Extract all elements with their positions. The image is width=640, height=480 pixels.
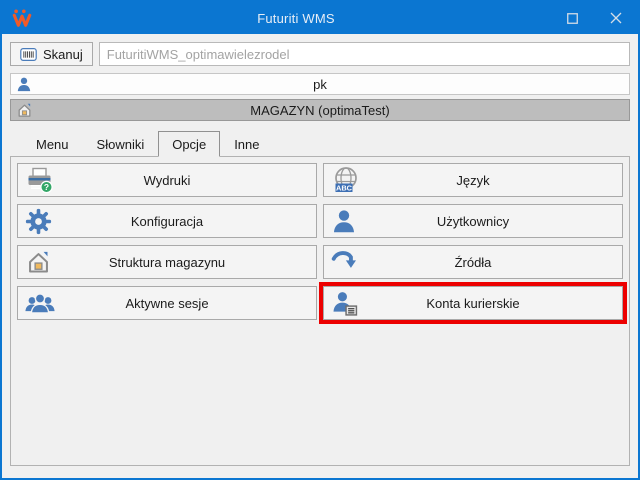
grid-button-uzytkownicy[interactable]: Użytkownicy [323, 204, 623, 238]
warehouse-bar[interactable]: MAGAZYN (optimaTest) [10, 99, 630, 121]
grid-button-label: Źródła [324, 255, 622, 270]
printer-icon: ? [25, 167, 55, 194]
maximize-button[interactable] [550, 2, 594, 34]
globe-abc-icon: ABC [331, 166, 361, 194]
grid-button-label: Struktura magazynu [18, 255, 316, 270]
close-button[interactable] [594, 2, 638, 34]
user-icon [331, 208, 357, 235]
user-bar[interactable]: pk [10, 73, 630, 95]
grid-button-label: Użytkownicy [324, 214, 622, 229]
gear-icon [25, 208, 52, 235]
scan-button[interactable]: Skanuj [10, 42, 93, 66]
grid-button-wydruki[interactable]: ? Wydruki [17, 163, 317, 197]
app-logo-icon [2, 8, 42, 28]
grid-button-label: Wydruki [18, 173, 316, 188]
grid-button-struktura-magazynu[interactable]: Struktura magazynu [17, 245, 317, 279]
grid-button-zrodla[interactable]: Źródła [323, 245, 623, 279]
grid-button-konta-kurierskie[interactable]: Konta kurierskie [323, 286, 623, 320]
barcode-icon [20, 48, 37, 61]
app-window: Futuriti WMS Skanuj [0, 0, 640, 480]
grid-button-label: Aktywne sesje [18, 296, 316, 311]
grid-button-label: Konfiguracja [18, 214, 316, 229]
home-icon [25, 249, 52, 276]
scan-toolbar: Skanuj [10, 42, 630, 66]
grid-button-jezyk[interactable]: ABC Język [323, 163, 623, 197]
scan-input[interactable] [99, 42, 630, 66]
users-icon [25, 290, 55, 317]
title-bar: Futuriti WMS [2, 2, 638, 34]
warehouse-bar-label: MAGAZYN (optimaTest) [11, 103, 629, 118]
svg-text:ABC: ABC [336, 183, 353, 192]
user-list-icon [331, 290, 358, 317]
tab-inne[interactable]: Inne [220, 133, 273, 156]
grid-button-label: Język [324, 173, 622, 188]
scan-button-label: Skanuj [43, 47, 83, 62]
svg-text:?: ? [44, 182, 49, 192]
tab-menu[interactable]: Menu [22, 133, 83, 156]
tab-opcje[interactable]: Opcje [158, 131, 220, 157]
user-bar-label: pk [11, 77, 629, 92]
tab-slowniki[interactable]: Słowniki [83, 133, 159, 156]
grid-button-konfiguracja[interactable]: Konfiguracja [17, 204, 317, 238]
curved-arrow-icon [331, 249, 359, 275]
tab-strip: Menu Słowniki Opcje Inne [10, 131, 630, 156]
options-panel: ? Wydruki ABC Język [10, 156, 630, 466]
window-title: Futuriti WMS [42, 11, 550, 26]
grid-button-label: Konta kurierskie [324, 296, 622, 311]
grid-button-aktywne-sesje[interactable]: Aktywne sesje [17, 286, 317, 320]
